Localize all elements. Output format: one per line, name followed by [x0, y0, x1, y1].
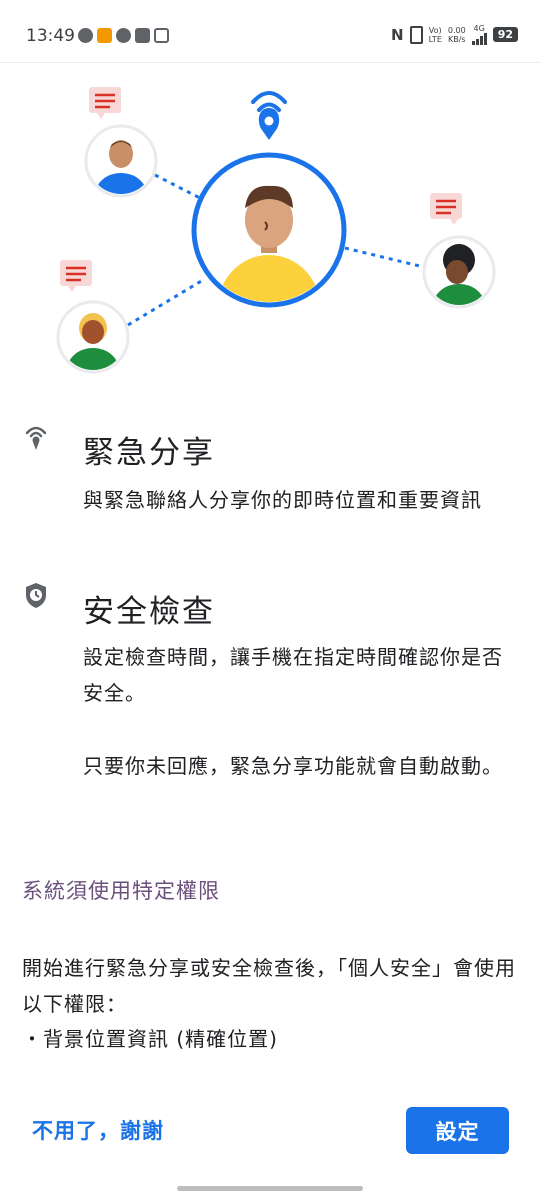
avatar-top-left	[84, 87, 158, 198]
location-signal-icon	[25, 426, 47, 450]
avatar-right	[422, 193, 496, 309]
volte-top: Vo)	[428, 25, 442, 35]
app-heart-icon	[97, 28, 112, 43]
status-time: 13:49	[26, 26, 75, 46]
net-speed-value: 0.00	[447, 25, 466, 35]
safety-check-auto-start-note: 只要你未回應，緊急分享功能就會自動啟動。	[83, 754, 503, 778]
avatar-bottom-left	[56, 260, 130, 374]
permissions-heading: 系統須使用特定權限	[22, 879, 220, 903]
volte-bottom: LTE	[428, 34, 442, 44]
signal-indicator: 4G	[471, 24, 487, 45]
location-pin-icon	[251, 91, 287, 112]
cloud-icon	[116, 28, 131, 43]
center-avatar	[191, 152, 347, 308]
emergency-sharing-description: 與緊急聯絡人分享你的即時位置和重要資訊	[83, 488, 482, 512]
shield-clock-icon	[26, 583, 46, 608]
permission-item-background-location: ・背景位置資訊 (精確位置)	[22, 1027, 278, 1051]
safety-check-title: 安全檢查	[83, 594, 215, 630]
no-thanks-button[interactable]: 不用了，謝謝	[32, 1115, 164, 1145]
volte-indicator: Vo) LTE	[429, 26, 442, 44]
status-right: N Vo) LTE 0.00 KB/s 4G 92	[391, 24, 518, 45]
setup-button[interactable]: 設定	[406, 1107, 509, 1154]
net-speed-unit: KB/s	[447, 34, 466, 44]
permissions-description: 開始進行緊急分享或安全檢查後，「個人安全」會使用以下權限：	[22, 956, 516, 1016]
nfc-icon: N	[391, 25, 404, 44]
hero-illustration	[56, 87, 496, 374]
signal-bars-icon	[471, 33, 487, 45]
top-divider	[0, 62, 540, 63]
emergency-sharing-title: 緊急分享	[83, 435, 215, 471]
gesture-nav-bar[interactable]	[177, 1186, 363, 1191]
line-app-icon	[78, 28, 93, 43]
vibrate-icon	[409, 25, 423, 44]
network-speed: 0.00 KB/s	[448, 26, 466, 44]
notification-icons	[78, 28, 169, 43]
sigma-icon	[135, 28, 150, 43]
status-bar: 13:49 N Vo) LTE 0.00 KB/s 4G 92	[0, 0, 540, 62]
battery-indicator: 92	[492, 27, 518, 42]
calendar-icon	[154, 28, 169, 43]
signal-type: 4G	[473, 24, 485, 33]
safety-check-description: 設定檢查時間，讓手機在指定時間確認你是否安全。	[83, 645, 503, 705]
